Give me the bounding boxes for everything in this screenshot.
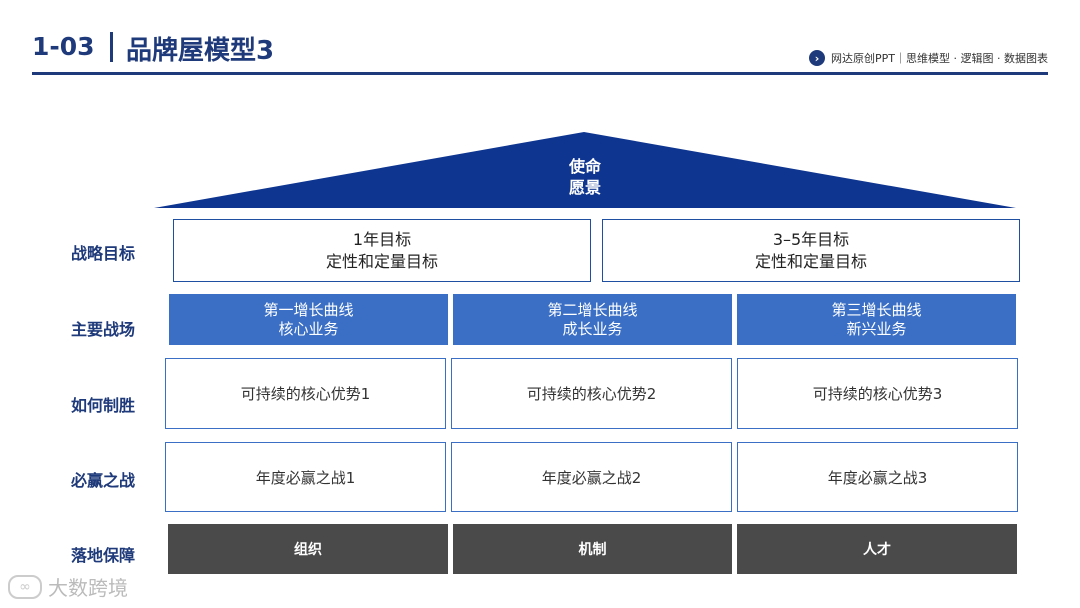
battle-box: 年度必赢之战2 [451, 442, 732, 512]
watermark-text: 大数跨境 [48, 576, 128, 600]
row-label-fields: 主要战场 [70, 320, 135, 339]
roof-vision: 愿景 [568, 178, 601, 197]
tagline: › 网达原创PPT｜思维模型 · 逻辑图 · 数据图表 [809, 50, 1048, 66]
page-title: 品牌屋模型3 [126, 36, 275, 66]
advantage-box: 可持续的核心优势2 [451, 358, 732, 429]
guarantee-box: 人才 [737, 524, 1017, 574]
field-title: 第一增长曲线 [263, 300, 354, 319]
roof-mission: 使命 [568, 157, 601, 176]
row-label-advantages: 如何制胜 [70, 396, 135, 415]
field-subtitle: 新兴业务 [846, 319, 907, 338]
goal-subtitle: 定性和定量目标 [754, 251, 867, 271]
page-number: 1-03 [32, 32, 95, 61]
guarantee-box: 组织 [168, 524, 448, 574]
advantage-box: 可持续的核心优势1 [165, 358, 446, 429]
tagline-text: 网达原创PPT｜思维模型 · 逻辑图 · 数据图表 [831, 52, 1048, 65]
row-label-goals: 战略目标 [70, 244, 135, 263]
watermark: ∞ 大数跨境 [8, 572, 128, 601]
goal-box: 3–5年目标 定性和定量目标 [602, 219, 1020, 282]
row-label-guarantees: 落地保障 [70, 546, 135, 565]
goal-title: 1年目标 [352, 229, 412, 249]
row-label-battles: 必赢之战 [70, 471, 135, 490]
field-subtitle: 成长业务 [562, 319, 623, 338]
header-rule [32, 72, 1048, 75]
logo-icon: ∞ [8, 574, 42, 599]
field-box: 第二增长曲线 成长业务 [453, 294, 732, 345]
roof-label: 使命 愿景 [535, 156, 635, 198]
advantage-box: 可持续的核心优势3 [737, 358, 1018, 429]
field-box: 第一增长曲线 核心业务 [169, 294, 448, 345]
field-title: 第二增长曲线 [547, 300, 638, 319]
goal-box: 1年目标 定性和定量目标 [173, 219, 591, 282]
field-subtitle: 核心业务 [278, 319, 339, 338]
field-title: 第三增长曲线 [831, 300, 922, 319]
battle-box: 年度必赢之战1 [165, 442, 446, 512]
title-divider [110, 32, 113, 62]
battle-box: 年度必赢之战3 [737, 442, 1018, 512]
guarantee-box: 机制 [453, 524, 732, 574]
chevron-right-icon: › [809, 50, 826, 66]
goal-title: 3–5年目标 [772, 229, 850, 249]
field-box: 第三增长曲线 新兴业务 [737, 294, 1016, 345]
goal-subtitle: 定性和定量目标 [325, 251, 438, 271]
